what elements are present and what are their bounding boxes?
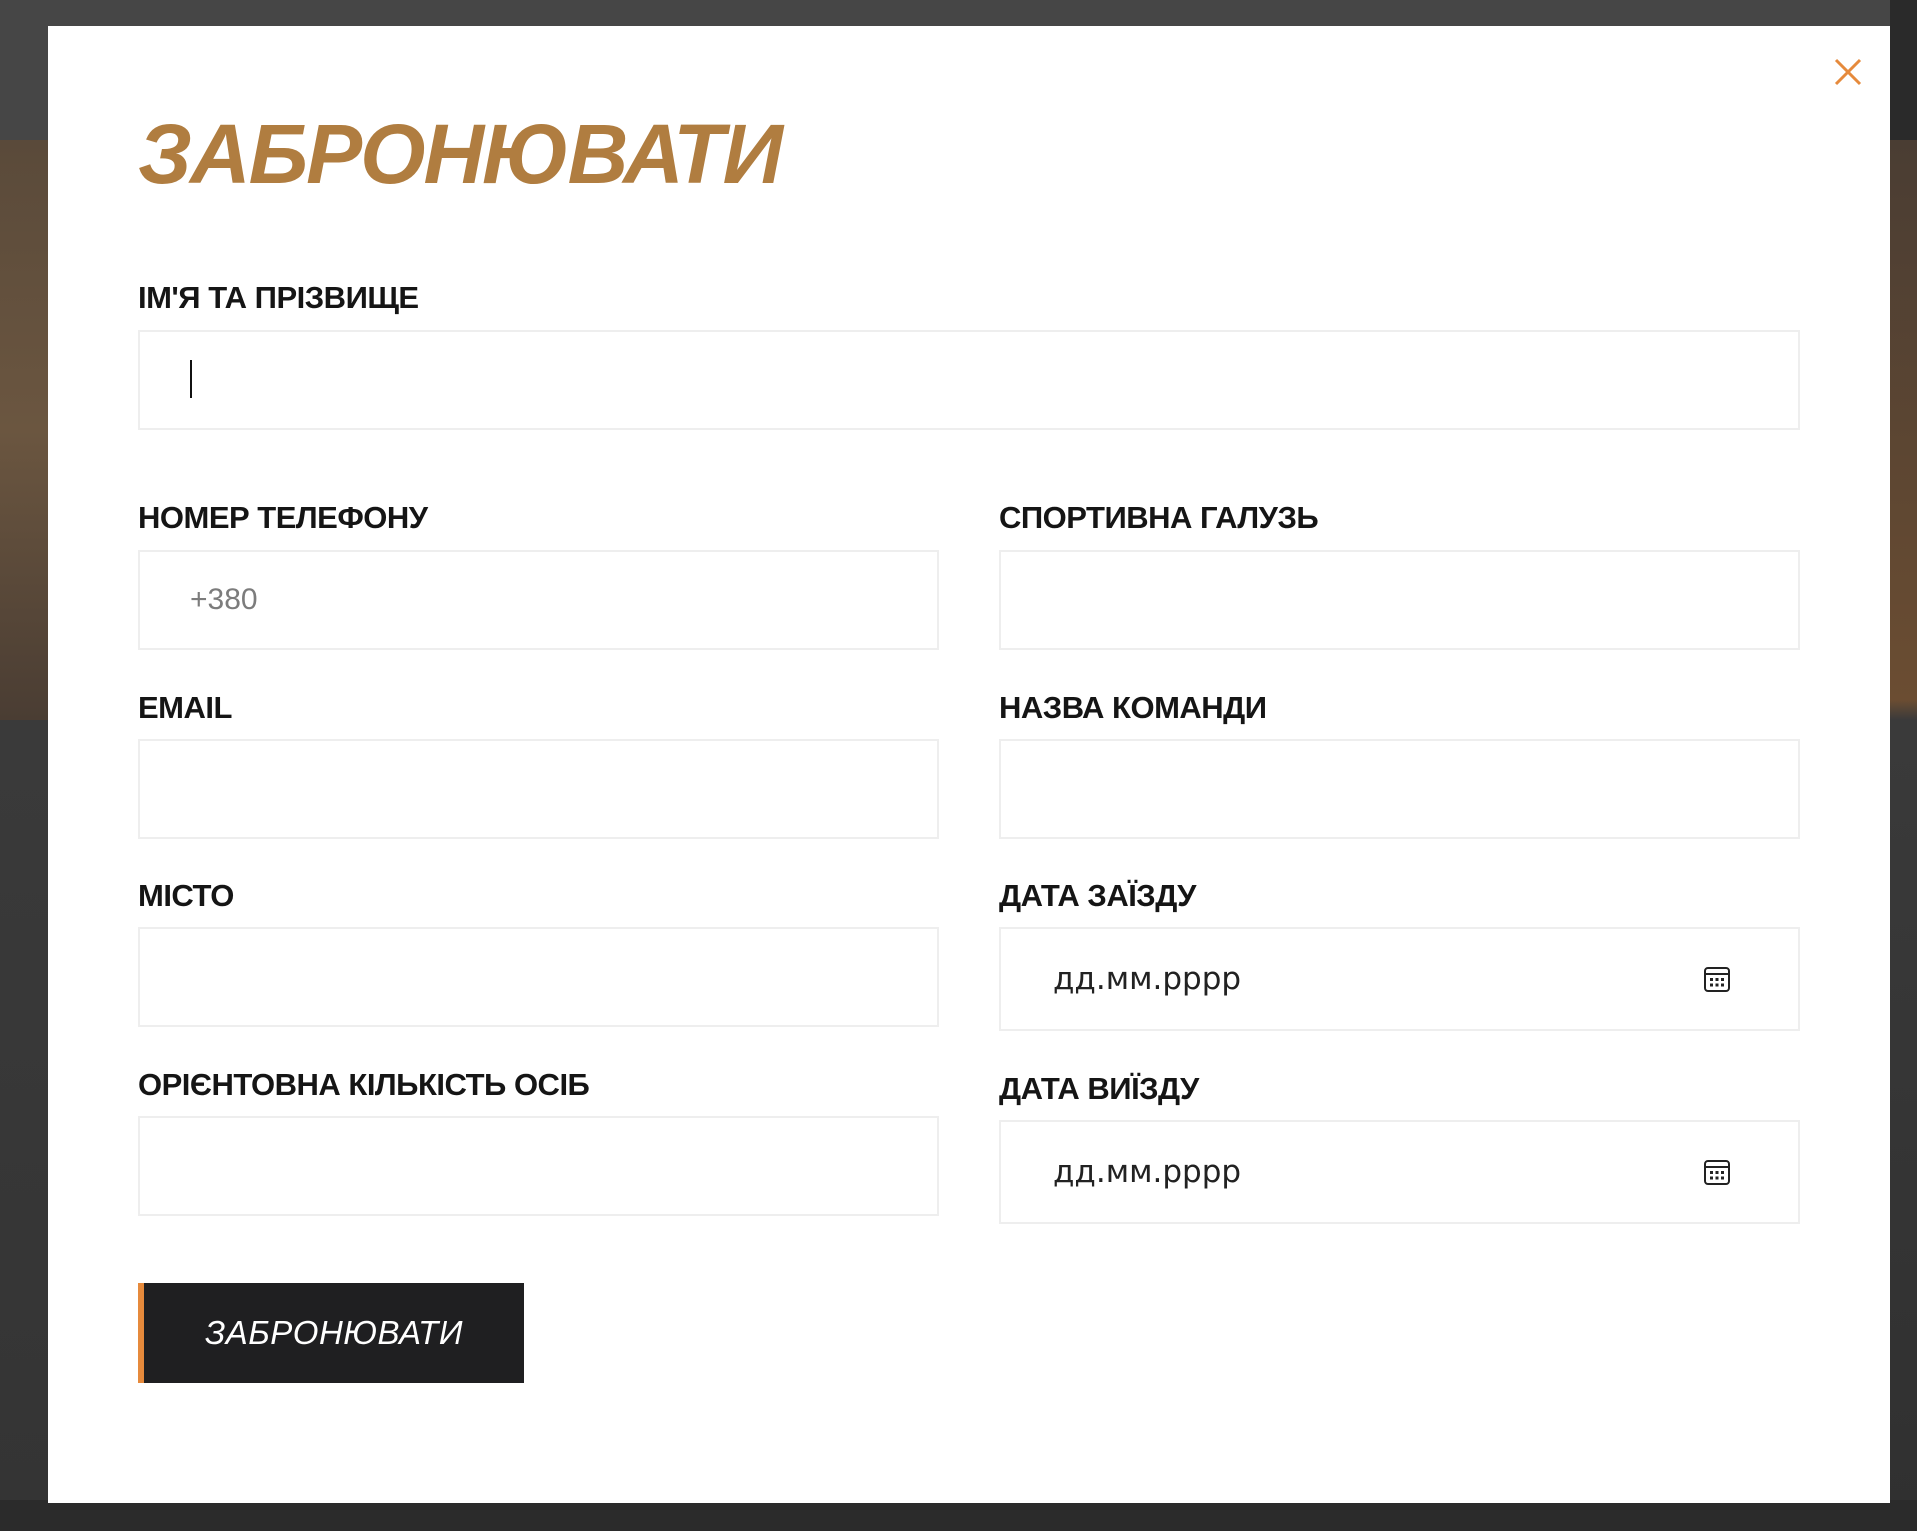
team-name-input[interactable] — [999, 739, 1800, 839]
check-out-date-input[interactable]: дд.мм.рррр — [999, 1120, 1800, 1224]
check-in-date-label: ДАТА ЗАЇЗДУ — [999, 878, 1196, 913]
city-label: МІСТО — [138, 878, 234, 913]
full-name-field-wrapper — [138, 330, 1800, 430]
background-page-right — [1890, 0, 1917, 1531]
sport-input[interactable] — [999, 550, 1800, 650]
sport-label: СПОРТИВНА ГАЛУЗЬ — [999, 500, 1319, 535]
team-name-label: НАЗВА КОМАНДИ — [999, 690, 1267, 725]
people-count-input[interactable] — [138, 1116, 939, 1216]
email-label: EMAIL — [138, 690, 232, 725]
check-out-date-label: ДАТА ВИЇЗДУ — [999, 1071, 1199, 1106]
booking-modal: ЗАБРОНЮВАТИ ІМ'Я ТА ПРІЗВИЩЕ НОМЕР ТЕЛЕФ… — [48, 26, 1890, 1503]
close-button[interactable] — [1830, 54, 1866, 90]
phone-input[interactable] — [138, 550, 939, 650]
calendar-icon[interactable] — [1703, 965, 1731, 993]
full-name-label: ІМ'Я ТА ПРІЗВИЩЕ — [138, 280, 419, 315]
submit-booking-button[interactable]: ЗАБРОНЮВАТИ — [138, 1283, 524, 1383]
modal-title: ЗАБРОНЮВАТИ — [138, 107, 783, 201]
phone-label: НОМЕР ТЕЛЕФОНУ — [138, 500, 428, 535]
text-caret — [190, 360, 192, 398]
background-page-left — [0, 140, 48, 720]
email-input[interactable] — [138, 739, 939, 839]
calendar-icon[interactable] — [1703, 1158, 1731, 1186]
close-icon[interactable] — [1830, 54, 1866, 90]
check-in-date-value: дд.мм.рррр — [1053, 961, 1242, 997]
city-input[interactable] — [138, 927, 939, 1027]
check-in-date-input[interactable]: дд.мм.рррр — [999, 927, 1800, 1031]
full-name-input[interactable] — [138, 330, 1800, 430]
check-out-date-value: дд.мм.рррр — [1053, 1154, 1242, 1190]
background-page-bottom — [0, 1500, 1917, 1531]
people-count-label: ОРІЄНТОВНА КІЛЬКІСТЬ ОСІБ — [138, 1067, 590, 1102]
